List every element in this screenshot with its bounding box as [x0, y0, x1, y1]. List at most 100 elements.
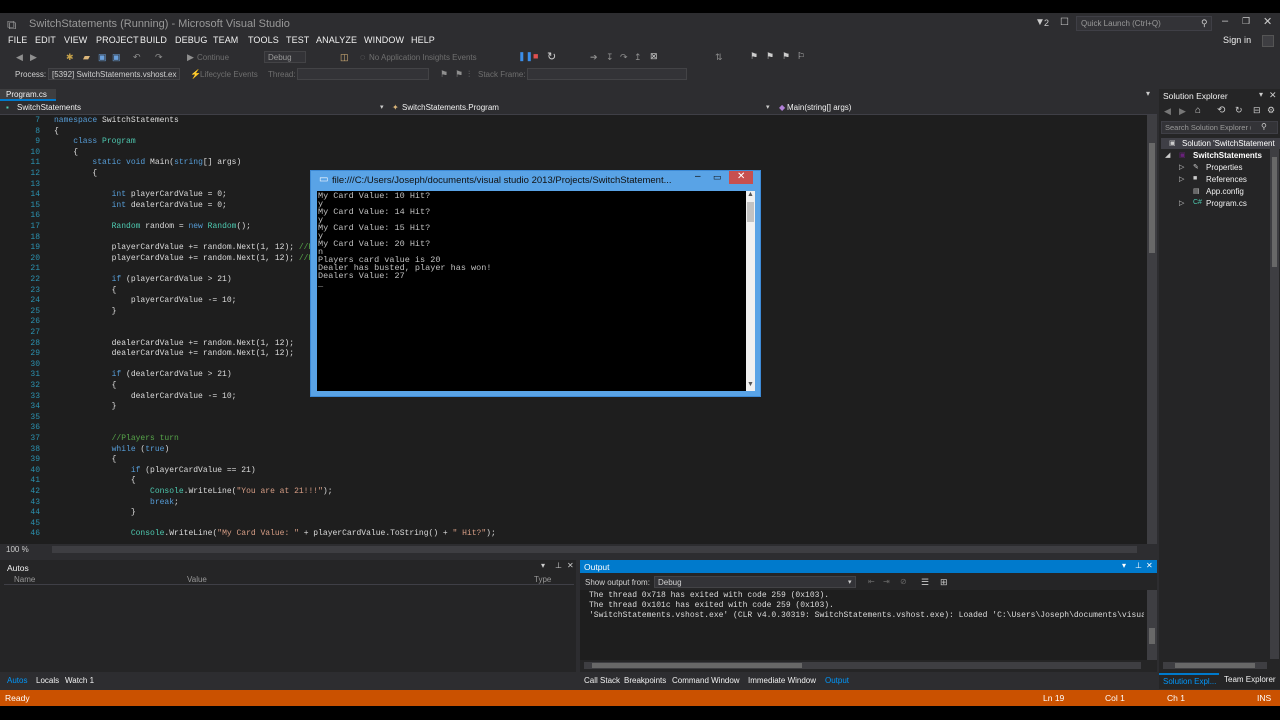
toggle-wrap-icon[interactable]: ⊞ — [940, 577, 948, 588]
new-project-icon[interactable]: ✱ — [66, 52, 74, 63]
thread-filter-icon[interactable]: ⫶ — [468, 69, 470, 80]
pin-icon[interactable]: ▾ — [1122, 561, 1126, 570]
output-vscrollbar[interactable] — [1147, 590, 1157, 660]
undo-icon[interactable]: ↶ — [133, 52, 141, 63]
console-scrollbar-thumb[interactable] — [747, 202, 754, 222]
output-text-area[interactable]: The thread 0x718 has exited with code 25… — [580, 590, 1147, 660]
autohide-icon[interactable]: ⊥ — [555, 561, 562, 570]
console-minimize-button[interactable]: – — [695, 171, 701, 182]
expand-arrow-icon[interactable]: ▷ — [1179, 163, 1184, 171]
solution-scrollbar-thumb[interactable] — [1272, 157, 1277, 267]
menu-file[interactable]: FILE — [8, 35, 27, 45]
back-icon[interactable]: ◀ — [16, 52, 23, 63]
process-select[interactable]: [5392] SwitchStatements.vshost.ex — [48, 68, 180, 80]
flag-thread-icon[interactable]: ⚑ — [440, 69, 448, 80]
editor-vertical-scrollbar[interactable] — [1147, 115, 1157, 544]
menu-view[interactable]: VIEW — [64, 35, 87, 45]
tab-watch-1[interactable]: Watch 1 — [65, 676, 94, 685]
next-bookmark-icon[interactable]: ⚑ — [766, 51, 774, 62]
menu-debug[interactable]: DEBUG — [175, 35, 208, 45]
prev-message-icon[interactable]: ⇥ — [883, 577, 890, 586]
avatar[interactable] — [1262, 35, 1274, 47]
feedback-icon[interactable]: ☐ — [1060, 17, 1069, 28]
sign-in-link[interactable]: Sign in — [1223, 35, 1251, 45]
solution-scrollbar[interactable] — [1270, 147, 1279, 659]
tree-item-references[interactable]: ▷ ■ References — [1161, 174, 1280, 185]
solution-hscrollbar[interactable] — [1163, 662, 1267, 669]
output-vscrollbar-thumb[interactable] — [1149, 628, 1155, 644]
menu-analyze[interactable]: ANALYZE — [316, 35, 357, 45]
tree-item-properties[interactable]: ▷ ✎ Properties — [1161, 162, 1280, 173]
menu-team[interactable]: TEAM — [213, 35, 238, 45]
expand-arrow-icon[interactable]: ▷ — [1179, 199, 1184, 207]
show-next-statement-icon[interactable]: ➔ — [590, 52, 598, 63]
word-wrap-icon[interactable]: ☰ — [921, 577, 929, 588]
panel-close-icon[interactable]: ✕ — [1269, 90, 1277, 101]
hex-display-icon[interactable]: ⊠ — [650, 51, 658, 62]
save-icon[interactable]: ▣ — [98, 52, 107, 63]
expand-arrow-icon[interactable]: ◢ — [1165, 151, 1170, 159]
clear-all-icon[interactable]: ⊘ — [900, 577, 907, 586]
console-maximize-button[interactable]: ▭ — [713, 172, 722, 183]
solution-hscrollbar-thumb[interactable] — [1175, 663, 1255, 668]
tab-immediate-window[interactable]: Immediate Window — [748, 676, 816, 685]
console-window[interactable]: ▭ file:///C:/Users/Joseph/documents/visu… — [310, 170, 761, 397]
stack-frame-select[interactable] — [527, 68, 687, 80]
open-folder-icon[interactable]: ▰ — [83, 52, 90, 63]
step-into-icon[interactable]: ↧ — [606, 52, 614, 63]
expand-arrow-icon[interactable]: ▷ — [1179, 175, 1184, 183]
project-nav-dropdown[interactable]: ▪ SwitchStatements ▾ — [0, 101, 388, 114]
menu-build[interactable]: BUILD — [140, 35, 167, 45]
console-scrollbar[interactable]: ▲ ▼ — [746, 191, 755, 391]
menu-test[interactable]: TEST — [286, 35, 309, 45]
member-nav-dropdown[interactable]: ◆ Main(string[] args) — [776, 101, 1146, 114]
menu-edit[interactable]: EDIT — [35, 35, 56, 45]
class-nav-dropdown[interactable]: ✦ SwitchStatements.Program ▾ — [389, 101, 774, 114]
tab-solution-explorer[interactable]: Solution Expl... — [1159, 673, 1219, 687]
notification-count[interactable]: 2 — [1044, 18, 1049, 28]
tab-autos[interactable]: Autos — [7, 676, 27, 685]
restart-icon[interactable]: ↻ — [547, 50, 556, 63]
properties-icon[interactable]: ⚙ — [1267, 105, 1275, 116]
tab-program-cs[interactable]: Program.cs — [0, 89, 56, 101]
home-icon[interactable]: ⌂ — [1195, 105, 1201, 116]
solution-search-input[interactable]: Search Solution Explorer ( ⚲ — [1161, 121, 1278, 134]
zoom-level[interactable]: 100 % — [6, 545, 29, 554]
menu-help[interactable]: HELP — [411, 35, 435, 45]
flag-all-icon[interactable]: ⚑ — [455, 69, 463, 80]
autohide-icon[interactable]: ⊥ — [1135, 561, 1142, 570]
thread-select[interactable] — [297, 68, 429, 80]
tab-overflow-icon[interactable]: ▾ — [1146, 89, 1150, 98]
console-close-button[interactable]: ✕ — [729, 171, 753, 184]
panel-close-icon[interactable]: ✕ — [1146, 561, 1153, 570]
stop-icon[interactable]: ■ — [533, 51, 538, 61]
continue-button[interactable]: Continue — [197, 53, 229, 62]
output-hscrollbar-thumb[interactable] — [592, 663, 802, 668]
redo-icon[interactable]: ↷ — [155, 52, 163, 63]
scrollbar-thumb[interactable] — [1149, 143, 1155, 253]
bookmark-prev-icon[interactable]: ⇅ — [715, 52, 723, 63]
scroll-down-icon[interactable]: ▼ — [747, 381, 754, 388]
configuration-select[interactable]: Debug — [264, 51, 306, 63]
output-hscrollbar[interactable] — [584, 662, 1141, 669]
column-value[interactable]: Value — [187, 575, 207, 584]
find-message-icon[interactable]: ⇤ — [868, 577, 875, 586]
tab-call-stack[interactable]: Call Stack — [584, 676, 620, 685]
find-in-files-icon[interactable]: ◫ — [340, 52, 349, 63]
tree-solution-node[interactable]: ▣ Solution 'SwitchStatement — [1161, 138, 1280, 149]
save-all-icon[interactable]: ▣ — [112, 52, 121, 63]
column-type[interactable]: Type — [534, 575, 551, 584]
continue-icon[interactable]: ▶ — [187, 52, 194, 63]
panel-close-icon[interactable]: ✕ — [567, 561, 574, 570]
step-over-icon[interactable]: ↷ — [620, 52, 628, 63]
minimize-button[interactable]: – — [1222, 15, 1228, 27]
back-icon[interactable]: ◀ — [1164, 106, 1171, 117]
tab-locals[interactable]: Locals — [36, 676, 59, 685]
output-source-select[interactable]: Debug ▾ — [654, 576, 856, 588]
collapse-all-icon[interactable]: ⊟ — [1253, 105, 1261, 116]
forward-icon[interactable]: ▶ — [1179, 106, 1186, 117]
pause-icon[interactable]: ❚❚ — [518, 51, 533, 62]
menu-tools[interactable]: TOOLS — [248, 35, 279, 45]
tree-item-app-config[interactable]: ▤ App.config — [1161, 186, 1280, 197]
insights-dropdown[interactable]: No Application Insights Events — [369, 53, 477, 62]
